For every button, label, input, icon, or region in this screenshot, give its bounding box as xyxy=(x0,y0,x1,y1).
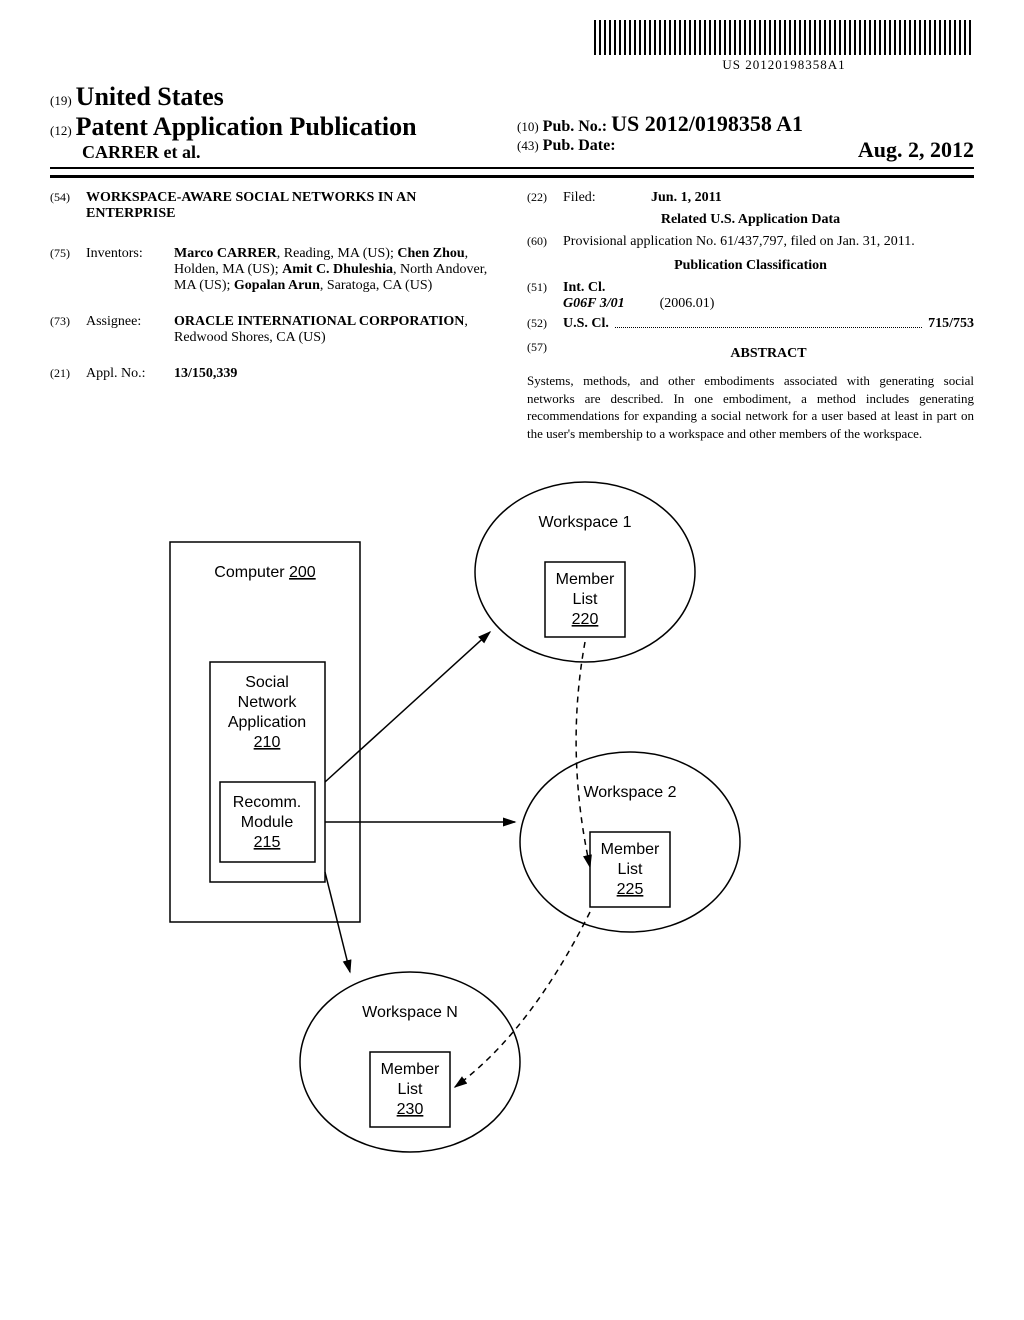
us-cl-num: (52) xyxy=(527,316,563,332)
barcode-number: US 20120198358A1 xyxy=(594,57,974,73)
pub-no-label: Pub. No.: xyxy=(543,118,607,135)
country-num: (19) xyxy=(50,93,72,108)
recomm-label-2: Module xyxy=(241,814,294,831)
assignee-value: ORACLE INTERNATIONAL CORPORATION, Redwoo… xyxy=(174,314,497,346)
provisional-text: Provisional application No. 61/437,797, … xyxy=(563,234,974,250)
wsn-member-1: Member xyxy=(381,1061,440,1078)
pub-date-num: (43) xyxy=(517,138,539,153)
assignee-row: (73) Assignee: ORACLE INTERNATIONAL CORP… xyxy=(50,314,497,346)
pub-type-num: (12) xyxy=(50,123,72,138)
header-left: (19) United States (12) Patent Applicati… xyxy=(50,82,507,163)
filed-value: Jun. 1, 2011 xyxy=(651,190,974,206)
pub-date-line: (43) Pub. Date: Aug. 2, 2012 xyxy=(517,137,974,155)
int-cl-num: (51) xyxy=(527,280,563,312)
barcode-section: US 20120198358A1 xyxy=(50,20,974,74)
computer-label: Computer 200 xyxy=(214,564,316,581)
workspace-n-label: Workspace N xyxy=(362,1004,458,1021)
title-num: (54) xyxy=(50,190,86,222)
workspace-1-label: Workspace 1 xyxy=(538,514,631,531)
wsn-member-2: List xyxy=(398,1081,423,1098)
appl-no-label: Appl. No.: xyxy=(86,366,174,382)
inventors-label: Inventors: xyxy=(86,246,174,294)
ws2-ref: 225 xyxy=(617,881,644,898)
title-row: (54) WORKSPACE-AWARE SOCIAL NETWORKS IN … xyxy=(50,190,497,222)
publication-type-line: (12) Patent Application Publication xyxy=(50,112,507,142)
bibliographic-columns: (54) WORKSPACE-AWARE SOCIAL NETWORKS IN … xyxy=(50,190,974,442)
country-line: (19) United States xyxy=(50,82,507,112)
related-data-heading: Related U.S. Application Data xyxy=(527,212,974,228)
pub-no-value: US 2012/0198358 A1 xyxy=(611,111,803,136)
sna-ref: 210 xyxy=(254,734,281,751)
int-cl-row: (51) Int. Cl. G06F 3/01 (2006.01) xyxy=(527,280,974,312)
country-name: United States xyxy=(76,82,224,111)
us-cl-dots xyxy=(615,320,922,328)
workspace-2-label: Workspace 2 xyxy=(583,784,676,801)
pub-type: Patent Application Publication xyxy=(76,112,417,141)
abstract-num: (57) xyxy=(527,340,563,368)
pub-date-value: Aug. 2, 2012 xyxy=(858,137,974,163)
assignee-name: ORACLE INTERNATIONAL CORPORATION xyxy=(174,314,464,329)
us-cl-label: U.S. Cl. xyxy=(563,316,609,332)
int-cl-code: G06F 3/01 xyxy=(563,296,625,311)
filed-num: (22) xyxy=(527,190,563,206)
ws1-member-1: Member xyxy=(556,571,615,588)
figure-svg: Computer 200 Social Network Application … xyxy=(50,472,974,1172)
filed-row: (22) Filed: Jun. 1, 2011 xyxy=(527,190,974,206)
assignee-num: (73) xyxy=(50,314,86,346)
appl-no-row: (21) Appl. No.: 13/150,339 xyxy=(50,366,497,382)
wsn-ref: 230 xyxy=(397,1101,424,1118)
document-header: (19) United States (12) Patent Applicati… xyxy=(50,82,974,169)
appl-no-num: (21) xyxy=(50,366,86,382)
arrow-ws2-wsn xyxy=(455,912,590,1087)
sna-label-1: Social xyxy=(245,674,289,691)
pub-no-line: (10) Pub. No.: US 2012/0198358 A1 xyxy=(517,111,974,137)
authors-line: CARRER et al. xyxy=(50,142,507,163)
sna-label-2: Network xyxy=(238,694,298,711)
inventors-value: Marco CARRER, Reading, MA (US); Chen Zho… xyxy=(174,246,497,294)
inventors-num: (75) xyxy=(50,246,86,294)
sna-label-3: Application xyxy=(228,714,306,731)
int-cl-label: Int. Cl. xyxy=(563,280,605,295)
provisional-num: (60) xyxy=(527,234,563,250)
ws2-member-2: List xyxy=(618,861,643,878)
barcode-lines xyxy=(594,20,974,55)
pub-no-num: (10) xyxy=(517,119,539,134)
recomm-label-1: Recomm. xyxy=(233,794,301,811)
provisional-row: (60) Provisional application No. 61/437,… xyxy=(527,234,974,250)
ws1-ref: 220 xyxy=(572,611,599,628)
int-cl-year: (2006.01) xyxy=(660,296,715,311)
ws1-member-2: List xyxy=(573,591,598,608)
recomm-ref: 215 xyxy=(254,834,281,851)
barcode: US 20120198358A1 xyxy=(594,20,974,73)
arrow-recomm-ws1 xyxy=(325,632,490,782)
us-cl-code: 715/753 xyxy=(928,316,974,332)
inventors-row: (75) Inventors: Marco CARRER, Reading, M… xyxy=(50,246,497,294)
header-right: (10) Pub. No.: US 2012/0198358 A1 (43) P… xyxy=(507,111,974,163)
us-cl-row: (52) U.S. Cl. 715/753 xyxy=(527,316,974,332)
right-column: (22) Filed: Jun. 1, 2011 Related U.S. Ap… xyxy=(527,190,974,442)
us-cl-value: U.S. Cl. 715/753 xyxy=(563,316,974,332)
filed-label: Filed: xyxy=(563,190,651,206)
abstract-text: Systems, methods, and other embodiments … xyxy=(527,372,974,442)
ws2-member-1: Member xyxy=(601,841,660,858)
inventor-3: Amit C. Dhuleshia xyxy=(282,262,393,277)
figure-1: Computer 200 Social Network Application … xyxy=(50,472,974,1172)
int-cl-value: Int. Cl. G06F 3/01 (2006.01) xyxy=(563,280,974,312)
inventor-2: Chen Zhou xyxy=(397,246,464,261)
pub-date-label: Pub. Date: xyxy=(543,137,616,154)
classification-heading: Publication Classification xyxy=(527,258,974,274)
appl-no-value: 13/150,339 xyxy=(174,366,497,382)
inventor-1: Marco CARRER xyxy=(174,246,277,261)
computer-box xyxy=(170,542,360,922)
abstract-heading-row: (57) ABSTRACT xyxy=(527,340,974,368)
invention-title: WORKSPACE-AWARE SOCIAL NETWORKS IN AN EN… xyxy=(86,190,497,222)
arrow-ws1-ws2 xyxy=(576,642,590,867)
abstract-heading: ABSTRACT xyxy=(563,346,974,362)
header-rule xyxy=(50,175,974,178)
assignee-label: Assignee: xyxy=(86,314,174,346)
left-column: (54) WORKSPACE-AWARE SOCIAL NETWORKS IN … xyxy=(50,190,497,442)
inventor-4: Gopalan Arun xyxy=(234,278,320,293)
